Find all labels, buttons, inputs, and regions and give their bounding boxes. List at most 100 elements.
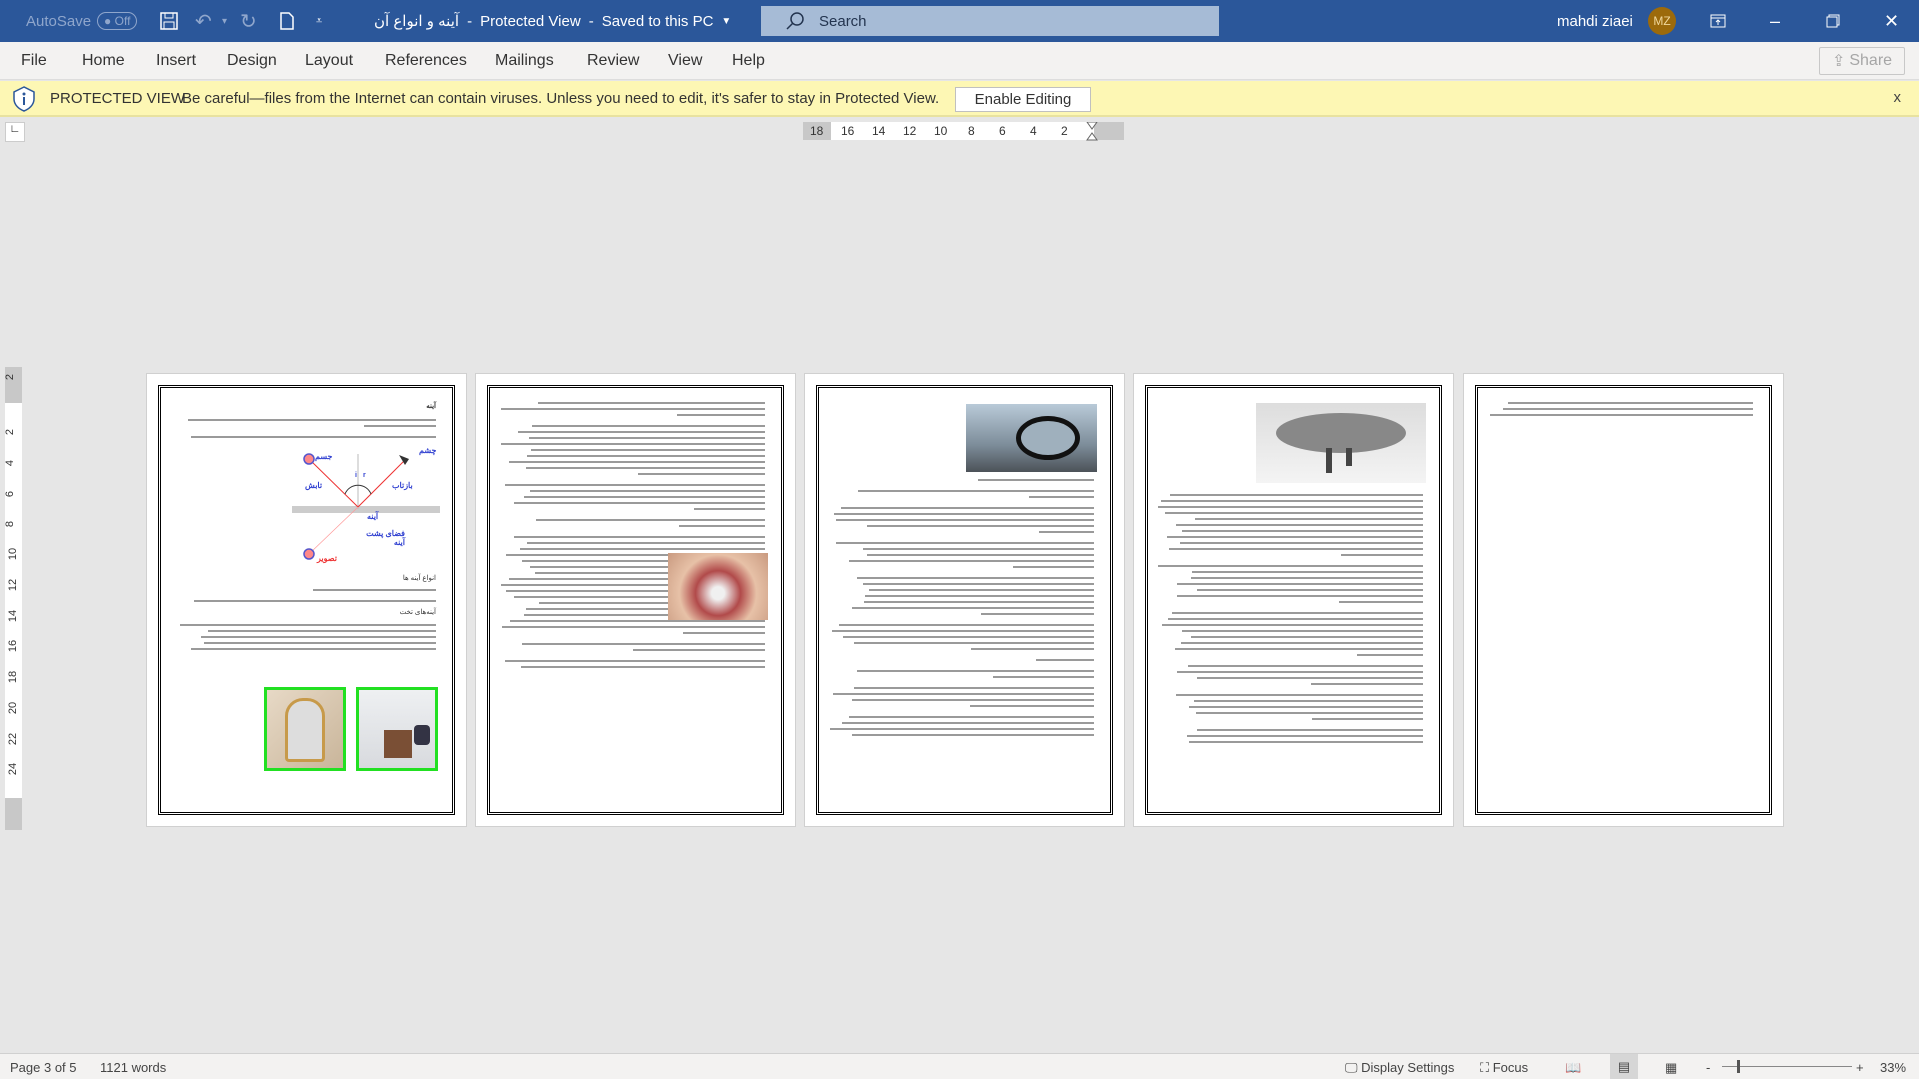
- text-line: [363, 425, 436, 427]
- ruler-tick: 14: [872, 124, 886, 138]
- text-line: [980, 613, 1094, 615]
- horizontal-ruler[interactable]: 18 16 14 12 10 8 6 4 2: [803, 122, 1124, 141]
- chevron-down-icon[interactable]: ▼: [721, 16, 731, 27]
- tab-mailings[interactable]: Mailings: [495, 52, 554, 70]
- page-4[interactable]: [1133, 373, 1454, 827]
- tab-review[interactable]: Review: [587, 52, 639, 70]
- new-document-icon[interactable]: [280, 0, 294, 42]
- zoom-slider[interactable]: [1722, 1060, 1852, 1073]
- zoom-slider-thumb[interactable]: [1737, 1060, 1740, 1073]
- text-line: [510, 620, 765, 622]
- section-heading: انواع آینه ها: [402, 575, 436, 582]
- user-name[interactable]: mahdi ziaei: [1557, 0, 1633, 42]
- page-indicator[interactable]: Page 3 of 5: [10, 1060, 77, 1075]
- text-line: [1187, 665, 1423, 667]
- tab-home[interactable]: Home: [82, 52, 125, 70]
- car-side-mirror-image: [966, 404, 1097, 472]
- diagram-label: چشم: [419, 446, 437, 455]
- tab-view[interactable]: View: [668, 52, 702, 70]
- undo-dropdown-icon[interactable]: ▾: [222, 0, 227, 42]
- tab-selector[interactable]: ∟: [5, 122, 25, 142]
- page-5[interactable]: [1463, 373, 1784, 827]
- separator: -: [467, 12, 473, 30]
- minimize-icon[interactable]: –: [1770, 0, 1780, 42]
- page-3[interactable]: [804, 373, 1125, 827]
- text-line: [1177, 595, 1423, 597]
- tab-insert[interactable]: Insert: [156, 52, 196, 70]
- text-line: [863, 583, 1094, 585]
- autosave-toggle[interactable]: AutoSave ● Off: [26, 0, 138, 42]
- text-line: [1180, 542, 1423, 544]
- tab-design[interactable]: Design: [227, 52, 277, 70]
- vertical-ruler[interactable]: 2 2 4 6 8 10 12 14 16 18 20 22 24: [4, 367, 22, 830]
- text-line: [853, 687, 1094, 689]
- tab-file[interactable]: File: [21, 52, 47, 70]
- text-line: [526, 542, 765, 544]
- close-bar-button[interactable]: x: [1894, 89, 1902, 106]
- read-mode-icon[interactable]: 📖: [1565, 1060, 1581, 1076]
- text-line: [993, 676, 1094, 678]
- tab-help[interactable]: Help: [732, 52, 765, 70]
- share-button[interactable]: ⇪ Share: [1819, 47, 1905, 75]
- page-2[interactable]: [475, 373, 796, 827]
- text-line: [1196, 729, 1423, 731]
- text-line: [832, 693, 1094, 695]
- close-icon[interactable]: ✕: [1884, 0, 1899, 42]
- enable-editing-button[interactable]: Enable Editing: [955, 87, 1091, 112]
- focus-button[interactable]: ⛶ Focus: [1480, 1060, 1528, 1076]
- tab-references[interactable]: References: [385, 52, 467, 70]
- save-status[interactable]: Saved to this PC: [602, 13, 714, 30]
- search-placeholder: Search: [819, 12, 867, 30]
- ribbon-display-options-icon[interactable]: [1710, 0, 1726, 42]
- salon-mirror-image: [356, 687, 438, 771]
- text-line: [1193, 700, 1423, 702]
- text-line: [868, 589, 1094, 591]
- document-name: آینه و انواع آن: [374, 13, 460, 30]
- text-line: [852, 699, 1094, 701]
- diagram-label: تصویر: [317, 554, 337, 563]
- zoom-level[interactable]: 33%: [1880, 1060, 1906, 1075]
- text-line: [694, 508, 765, 510]
- search-box[interactable]: Search: [761, 6, 1219, 36]
- text-line: [1196, 589, 1423, 591]
- zoom-out-button[interactable]: -: [1706, 1060, 1710, 1075]
- avatar[interactable]: MZ: [1648, 7, 1676, 35]
- zoom-in-button[interactable]: +: [1856, 1060, 1864, 1075]
- display-settings-button[interactable]: 🖵 Display Settings: [1345, 1060, 1454, 1076]
- customize-toolbar-icon[interactable]: ⩡: [316, 0, 322, 42]
- word-count[interactable]: 1121 words: [100, 1060, 166, 1075]
- protected-view-title: PROTECTED VIEW: [50, 90, 186, 107]
- page-1[interactable]: آینه جسم چشم تابش بازتاب i r آینه فضای پ…: [146, 373, 467, 827]
- title-bar: AutoSave ● Off ↶ ▾ ↻ ⩡ آینه و انواع آن - …: [0, 0, 1919, 42]
- autosave-label: AutoSave: [26, 12, 92, 30]
- ruler-tick: 12: [903, 124, 917, 138]
- text-line: [1191, 571, 1423, 573]
- text-line: [830, 728, 1094, 730]
- text-line: [1175, 524, 1423, 526]
- indent-marker-icon[interactable]: [1086, 122, 1098, 146]
- view-mode: Protected View: [480, 12, 581, 30]
- undo-icon[interactable]: ↶: [195, 0, 212, 42]
- ornate-mirror-image: [264, 687, 346, 771]
- restore-icon[interactable]: [1826, 0, 1840, 42]
- text-line: [1169, 548, 1423, 550]
- text-line: [852, 734, 1094, 736]
- save-icon[interactable]: [160, 0, 178, 42]
- text-line: [1175, 694, 1423, 696]
- text-line: [856, 670, 1094, 672]
- separator: -: [588, 12, 594, 30]
- liquid-mirror-image: [1256, 403, 1426, 483]
- text-line: [530, 490, 765, 492]
- autosave-switch[interactable]: ● Off: [97, 12, 138, 30]
- text-line: [970, 648, 1094, 650]
- text-line: [852, 607, 1094, 609]
- text-line: [1161, 500, 1423, 502]
- status-bar: Page 3 of 5 1121 words 🖵 Display Setting…: [0, 1053, 1919, 1079]
- text-line: [969, 705, 1094, 707]
- text-line: [1181, 642, 1423, 644]
- redo-icon[interactable]: ↻: [240, 0, 257, 42]
- web-layout-icon[interactable]: ▦: [1665, 1060, 1677, 1076]
- tab-layout[interactable]: Layout: [305, 52, 353, 70]
- text-line: [1169, 494, 1423, 496]
- print-layout-icon[interactable]: ▤: [1610, 1054, 1638, 1079]
